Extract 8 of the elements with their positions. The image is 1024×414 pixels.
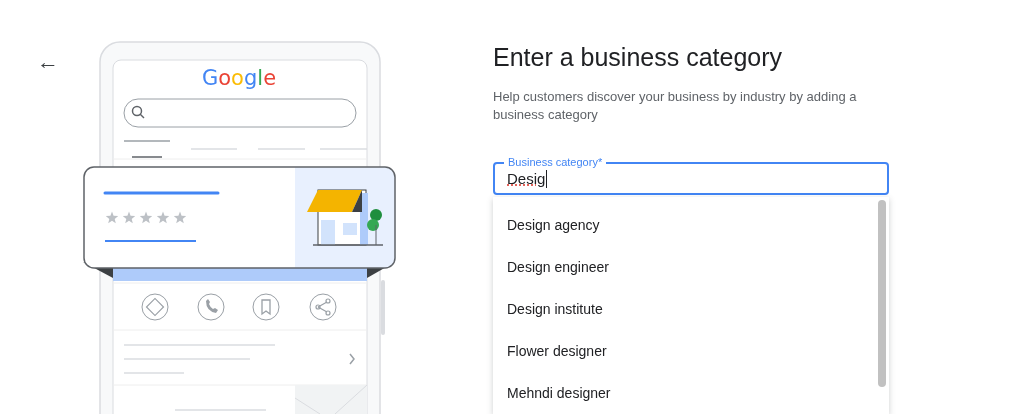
page-heading: Enter a business category	[493, 42, 784, 73]
text-cursor	[546, 169, 548, 188]
scrollbar-thumb[interactable]	[878, 200, 886, 387]
description-text: Help customers discover your business by industry by adding a business category	[493, 88, 858, 124]
back-button[interactable]: ←	[36, 48, 60, 76]
field-label: Business category*	[504, 155, 607, 169]
field-value: Desig	[507, 168, 546, 189]
suggestion-item[interactable]: Mehndi designer	[493, 372, 875, 414]
